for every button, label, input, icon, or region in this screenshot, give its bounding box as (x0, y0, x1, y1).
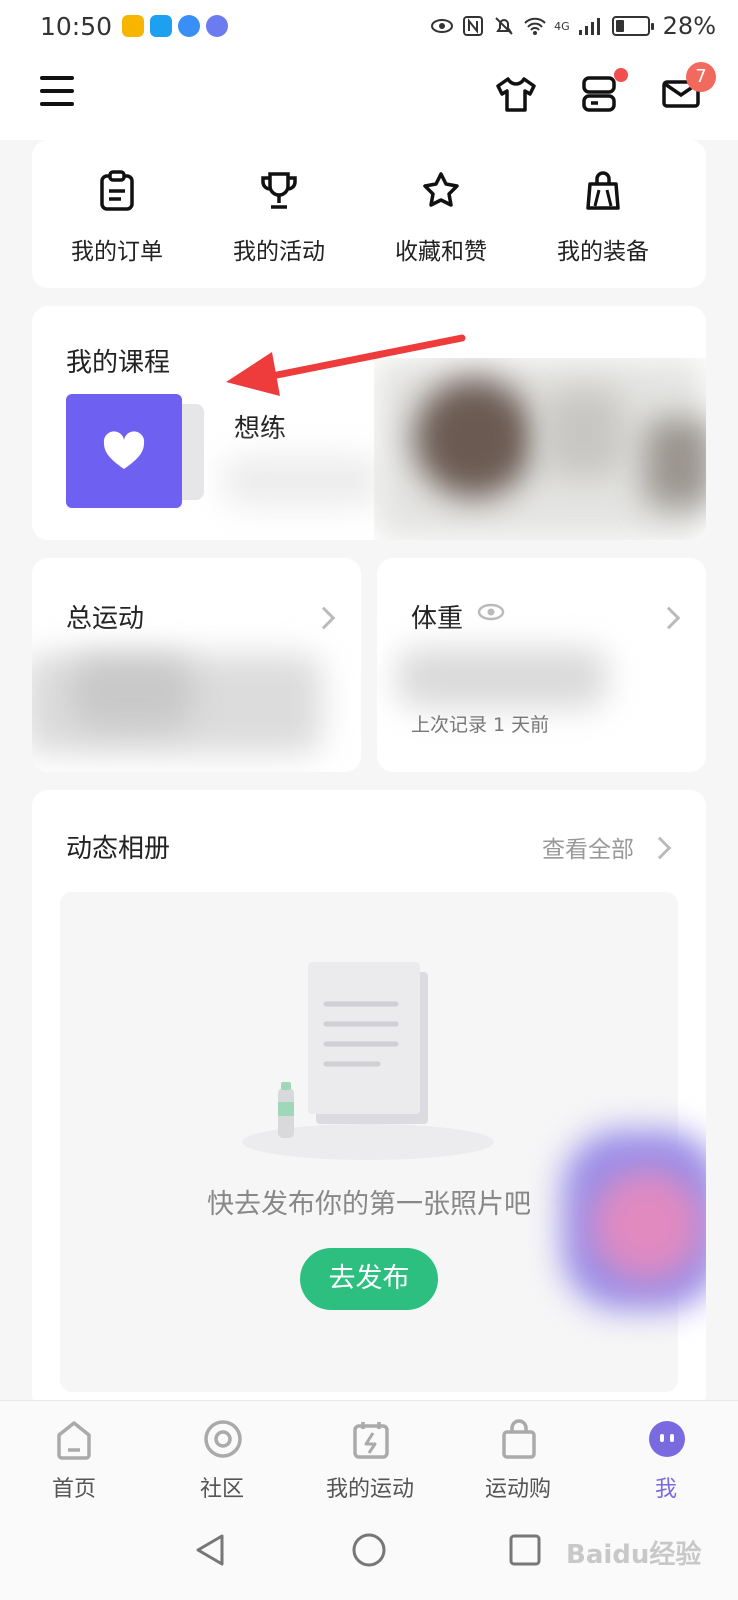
tab-label: 运动购 (484, 1477, 551, 1502)
tshirt-icon[interactable] (494, 72, 538, 116)
view-all-link[interactable]: 查看全部 (542, 830, 634, 864)
total-exercise-card[interactable]: 总运动 (32, 558, 361, 772)
weibo-icon (122, 15, 145, 37)
tab-label: 首页 (51, 1477, 96, 1502)
device-button[interactable] (578, 68, 628, 118)
shortcut-label: 收藏和赞 (395, 239, 487, 265)
total-exercise-title: 总运动 (66, 604, 145, 634)
status-time: 10:50 (40, 11, 113, 41)
tab-my-exercise[interactable]: 我的运动 (296, 1401, 444, 1502)
recent-apps-icon[interactable] (508, 1533, 542, 1567)
back-icon[interactable] (194, 1532, 228, 1568)
signal-icon (578, 18, 600, 35)
tab-community[interactable]: 社区 (148, 1401, 296, 1502)
shortcut-label: 我的装备 (557, 239, 649, 265)
tab-label: 社区 (199, 1477, 244, 1502)
my-courses-title: 我的课程 (66, 348, 171, 378)
weight-last-record: 上次记录 1 天前 (411, 714, 550, 736)
shortcut-my-orders[interactable]: 我的订单 (36, 140, 198, 280)
qq-browser-icon (150, 15, 173, 37)
battery-icon (611, 16, 654, 36)
calendar-bolt-icon (353, 1422, 389, 1459)
tab-home[interactable]: 首页 (0, 1401, 148, 1502)
heart-icon (103, 431, 145, 469)
shopping-bag-icon (502, 1419, 536, 1459)
bag-icon (586, 171, 620, 210)
shortcuts-card: 我的订单 我的活动 收藏和赞 我的装备 (32, 140, 706, 288)
eye-icon[interactable] (477, 602, 505, 622)
top-bar: 7 (0, 52, 738, 140)
tab-me[interactable]: 我 (592, 1401, 738, 1502)
blurred-weight-value (397, 648, 607, 708)
shortcut-my-equipment[interactable]: 我的装备 (522, 140, 684, 280)
course-stack[interactable] (66, 394, 206, 510)
home-circle-icon[interactable] (351, 1532, 387, 1568)
tab-sports-shop[interactable]: 运动购 (444, 1401, 592, 1502)
battery-percent: 28% (662, 12, 716, 40)
menu-icon[interactable] (40, 76, 74, 108)
photo-album-card: 动态相册 查看全部 快去发布你的第一张照片吧 去发布 (32, 790, 706, 1410)
weight-title: 体重 (411, 604, 464, 634)
chevron-right-icon (648, 836, 672, 860)
browser-icon (178, 15, 201, 37)
community-icon (204, 1420, 242, 1458)
status-bar: 10:50 4G 28% (0, 0, 738, 52)
shortcut-label: 我的订单 (71, 239, 163, 265)
empty-document-illustration (242, 962, 494, 1160)
star-icon (423, 172, 459, 207)
message-badge: 7 (686, 62, 716, 92)
my-courses-card: 我的课程 想练 (32, 306, 706, 540)
blurred-course-text (222, 456, 382, 506)
tab-label: 我的运动 (325, 1477, 414, 1502)
eye-icon (431, 19, 454, 33)
system-nav-bar: Baidu经验 (0, 1500, 738, 1600)
shortcut-my-activities[interactable]: 我的活动 (198, 140, 360, 280)
course-item-label[interactable]: 想练 (234, 408, 286, 445)
status-indicators: 4G 28% (430, 12, 716, 40)
photo-album-title: 动态相册 (66, 834, 171, 864)
music-icon (206, 15, 229, 37)
weight-card[interactable]: 体重 上次记录 1 天前 (377, 558, 706, 772)
chevron-right-icon (657, 606, 681, 630)
status-app-icons (122, 15, 229, 37)
shortcut-favorites[interactable]: 收藏和赞 (360, 140, 522, 280)
home-icon (57, 1421, 91, 1460)
me-icon (649, 1421, 685, 1457)
mail-button[interactable]: 7 (660, 62, 720, 122)
chevron-right-icon (312, 606, 336, 630)
publish-button-label: 去发布 (328, 1263, 410, 1294)
clipboard-icon (100, 170, 134, 211)
publish-button[interactable]: 去发布 (300, 1248, 438, 1310)
mute-icon (495, 17, 513, 35)
bottom-tab-bar: 首页 社区 我的运动 运动购 我 (0, 1400, 738, 1502)
wifi-icon (524, 17, 546, 35)
shortcut-label: 我的活动 (233, 239, 325, 265)
network-type: 4G (554, 19, 570, 33)
notification-dot (614, 68, 628, 82)
baidu-watermark: Baidu经验 (566, 1540, 702, 1570)
red-arrow-annotation (226, 334, 466, 396)
nfc-icon (463, 16, 484, 36)
tab-label: 我 (654, 1477, 677, 1502)
trophy-icon (261, 172, 297, 209)
